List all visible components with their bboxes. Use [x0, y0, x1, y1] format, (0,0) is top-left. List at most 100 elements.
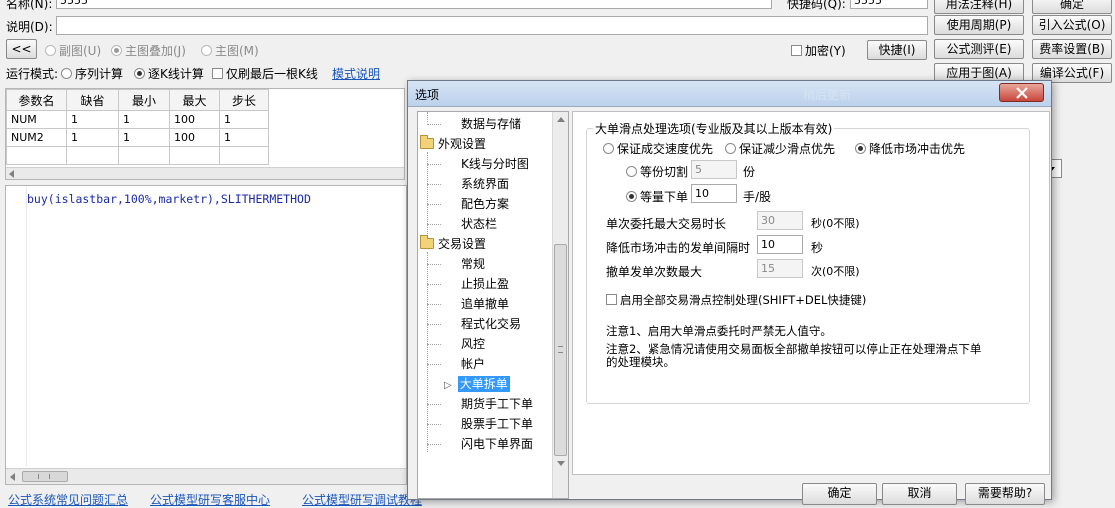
scroll-left-icon[interactable]	[10, 473, 15, 481]
equal-split-label: 等份切割	[640, 165, 689, 179]
dialog-cancel-button[interactable]: 取消	[882, 483, 957, 505]
table-cell[interactable]: NUM2	[6, 128, 67, 147]
arrow-right-icon: ▷	[444, 380, 452, 391]
dialog-help-button[interactable]: 需要帮助?	[965, 483, 1045, 505]
tree-item-chase-cancel[interactable]: 追单撤单	[461, 295, 509, 313]
table-cell[interactable]: 1	[219, 128, 269, 147]
close-button[interactable]	[999, 83, 1044, 102]
tree-group-appearance[interactable]: 外观设置	[420, 135, 486, 153]
table-cell[interactable]: 100	[169, 110, 220, 129]
note-2-line-2: 的处理模块。	[606, 355, 675, 369]
tree-item-status-bar[interactable]: 状态栏	[461, 215, 497, 233]
encrypt-checkbox[interactable]: 加密(Y)	[791, 42, 846, 59]
confirm-button[interactable]: 确定	[1032, 0, 1112, 14]
tree-item-system-ui[interactable]: 系统界面	[461, 175, 509, 193]
radio-equal-qty[interactable]: 等量下单	[626, 188, 688, 205]
tree-item-algo-trading[interactable]: 程式化交易	[461, 315, 521, 333]
radio-main-chart[interactable]: 主图(M)	[201, 42, 259, 59]
quick-button[interactable]: 快捷(I)	[867, 40, 927, 60]
tree-vertical-scrollbar[interactable]	[552, 112, 568, 498]
tree-item-kline[interactable]: K线与分时图	[461, 155, 529, 173]
table-row[interactable]: NUM 1 1 100 1	[6, 110, 269, 129]
table-cell[interactable]	[66, 146, 119, 165]
mode-help-link[interactable]: 模式说明	[332, 65, 380, 82]
radio-sub-chart-label: 副图(U)	[59, 44, 102, 58]
table-row[interactable]: NUM2 1 1 100 1	[6, 128, 269, 147]
usage-notes-button[interactable]: 用法注释(H)	[934, 0, 1024, 14]
tree-item-futures-manual[interactable]: 期货手工下单	[461, 395, 533, 413]
radio-impact-priority[interactable]: 降低市场冲击优先	[855, 140, 965, 157]
table-cell[interactable]: 1	[118, 128, 170, 147]
tree-item-large-order-split[interactable]: ▷ 大单拆单	[444, 375, 510, 393]
radio-slippage-label: 保证减少滑点优先	[739, 142, 836, 156]
tree-item-general[interactable]: 常规	[461, 255, 485, 273]
dialog-titlebar[interactable]: 选项 稍后更新	[408, 81, 1051, 107]
table-cell[interactable]: 1	[66, 110, 119, 129]
table-cell[interactable]	[6, 146, 67, 165]
scroll-up-icon[interactable]	[557, 117, 565, 122]
code-line[interactable]: buy(islastbar,100%,marketr),SLITHERMETHO…	[27, 192, 311, 206]
tree-item-data-storage[interactable]: 数据与存储	[461, 115, 521, 133]
tree-item-color-scheme[interactable]: 配色方案	[461, 195, 509, 213]
interval-input[interactable]: 10	[757, 235, 803, 254]
tree-connector	[427, 124, 441, 125]
dialog-title-ghost: 稍后更新	[803, 88, 852, 102]
import-formula-button[interactable]: 引入公式(O)	[1032, 15, 1112, 35]
table-cell[interactable]: 100	[169, 128, 220, 147]
tree-item-risk-control[interactable]: 风控	[461, 335, 485, 353]
run-mode-sequence[interactable]: 序列计算	[61, 65, 123, 82]
dialog-ok-button[interactable]: 确定	[802, 483, 877, 505]
params-horizontal-scrollbar[interactable]	[6, 167, 404, 179]
tree-connector	[427, 304, 441, 305]
table-cell[interactable]: 1	[219, 110, 269, 129]
table-cell[interactable]	[169, 146, 220, 165]
max-time-input[interactable]: 30	[757, 211, 803, 230]
table-cell[interactable]: 1	[118, 110, 170, 129]
equal-split-unit: 份	[743, 165, 756, 179]
radio-impact-label: 降低市场冲击优先	[869, 142, 966, 156]
radio-sub-chart[interactable]: 副图(U)	[45, 42, 101, 59]
fee-settings-button[interactable]: 费率设置(B)	[1032, 39, 1112, 59]
max-time-unit: 秒(0不限)	[811, 217, 860, 230]
radio-speed-priority[interactable]: 保证成交速度优先	[603, 140, 713, 157]
formula-test-button[interactable]: 公式测评(E)	[934, 39, 1024, 59]
run-mode-per-bar-label: 逐K线计算	[148, 67, 204, 81]
tree-item-account[interactable]: 帐户	[461, 355, 485, 373]
scroll-left-icon[interactable]	[9, 170, 14, 178]
run-mode-per-bar[interactable]: 逐K线计算	[134, 65, 204, 82]
options-dialog: 选项 稍后更新 数据与存储 外观设置 K线与分时图 系统界面 配色方案 状态栏 …	[407, 80, 1052, 505]
radio-equal-split[interactable]: 等份切割	[626, 163, 688, 180]
table-row[interactable]	[6, 146, 269, 165]
table-cell[interactable]	[118, 146, 170, 165]
cancel-max-unit: 次(0不限)	[811, 265, 860, 278]
cancel-max-input[interactable]: 15	[757, 259, 803, 278]
equal-split-input[interactable]: 5	[691, 160, 737, 179]
scroll-thumb[interactable]	[22, 471, 68, 482]
scroll-thumb[interactable]	[554, 244, 567, 456]
scroll-down-icon[interactable]	[557, 461, 565, 466]
shortcut-input[interactable]: 5555	[850, 0, 928, 9]
table-cell[interactable]: 1	[66, 128, 119, 147]
editor-horizontal-scrollbar[interactable]	[6, 468, 406, 484]
tree-item-stop-loss[interactable]: 止损止盈	[461, 275, 509, 293]
tree-item-flash-order[interactable]: 闪电下单界面	[461, 435, 533, 453]
refresh-last-bar-checkbox[interactable]: 仅刷最后一根K线	[212, 65, 318, 82]
enable-all-label: 启用全部交易滑点控制处理(SHIFT+DEL快捷键)	[620, 293, 867, 307]
options-tree[interactable]: 数据与存储 外观设置 K线与分时图 系统界面 配色方案 状态栏 交易设置 常规 …	[417, 111, 569, 499]
tree-group-trading[interactable]: 交易设置	[420, 235, 486, 253]
radio-impact-dot	[855, 143, 866, 154]
table-cell[interactable]: NUM	[6, 110, 67, 129]
back-button[interactable]: <<	[6, 39, 37, 59]
max-time-label: 单次委托最大交易时长	[606, 217, 727, 231]
equal-qty-input[interactable]: 10	[691, 184, 737, 203]
name-input[interactable]: 5555	[56, 0, 772, 9]
description-input[interactable]	[56, 16, 928, 35]
radio-main-overlay[interactable]: 主图叠加(J)	[111, 42, 186, 59]
radio-slippage-priority[interactable]: 保证减少滑点优先	[725, 140, 835, 157]
code-editor[interactable]: buy(islastbar,100%,marketr),SLITHERMETHO…	[5, 185, 407, 485]
table-cell[interactable]	[219, 146, 269, 165]
tree-item-stock-manual[interactable]: 股票手工下单	[461, 415, 533, 433]
use-period-button[interactable]: 使用周期(P)	[934, 15, 1024, 35]
enable-all-checkbox[interactable]: 启用全部交易滑点控制处理(SHIFT+DEL快捷键)	[606, 292, 866, 308]
tree-connector	[427, 224, 441, 225]
